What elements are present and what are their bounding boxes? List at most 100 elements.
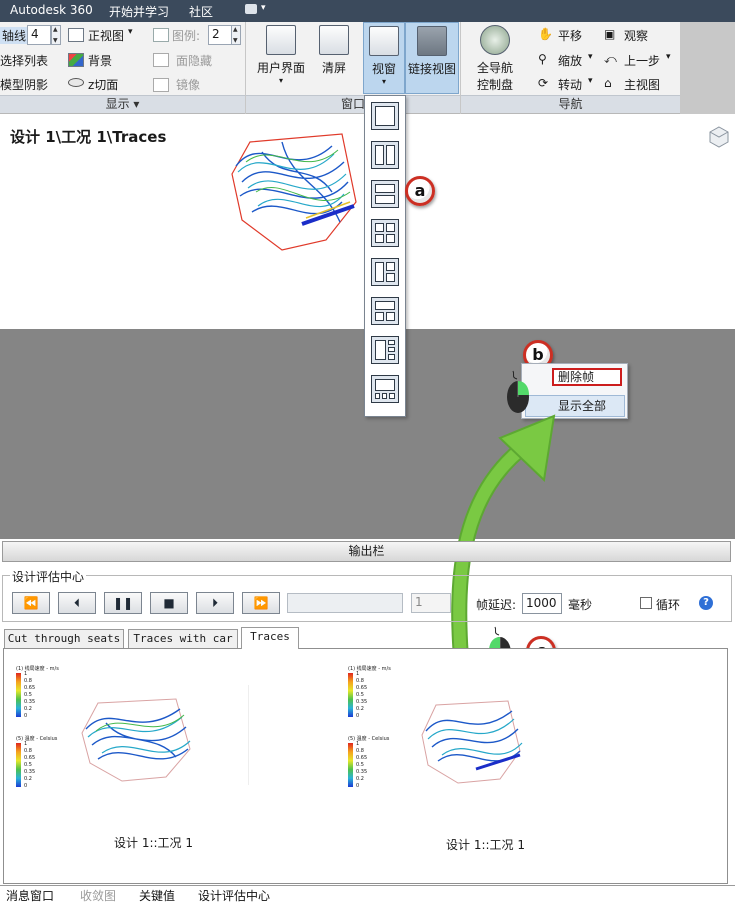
menu-community[interactable]: 社区 bbox=[189, 3, 213, 20]
clear-screen-icon bbox=[319, 25, 349, 55]
home-view-button[interactable]: 主视图 bbox=[624, 76, 660, 93]
viewport-icon bbox=[369, 26, 399, 56]
frame-slider[interactable] bbox=[287, 593, 403, 613]
frame-thumbnail[interactable]: (1) 线局速度 - m/s 1 0.8 0.65 0.5 0.35 0.2 0 (5) 温… bbox=[14, 665, 249, 805]
traces-model-view bbox=[231, 133, 357, 251]
ortho-view-button[interactable]: 正视图 bbox=[88, 27, 124, 44]
user-interface-label: 用户界面 bbox=[256, 61, 305, 75]
legend-bar bbox=[348, 743, 353, 787]
stop-button[interactable]: ■ bbox=[150, 592, 188, 614]
frame-delay-input[interactable]: 1000 bbox=[522, 593, 562, 614]
pan-icon: ✋ bbox=[538, 27, 553, 41]
legend-icon bbox=[153, 28, 169, 42]
clear-screen-label: 清屏 bbox=[321, 61, 346, 75]
legend-title: (1) 线局速度 - m/s bbox=[16, 666, 59, 672]
zcut-icon bbox=[68, 78, 84, 87]
design-evaluation-title: 设计评估中心 bbox=[10, 568, 87, 585]
viewport-button[interactable]: 视窗 ▾ bbox=[363, 22, 405, 94]
rotate-button[interactable]: 转动 bbox=[558, 76, 582, 93]
hide-face-icon bbox=[153, 53, 169, 67]
frame-delay-label: 帧延迟: bbox=[476, 598, 517, 612]
tab-traces-with-car[interactable]: Traces with car bbox=[128, 629, 238, 648]
viewport-layout-dropdown bbox=[364, 95, 406, 417]
layout-two-vertical-option[interactable] bbox=[371, 141, 399, 169]
tab-key-values[interactable]: 关键值 bbox=[139, 887, 175, 904]
ortho-view-icon bbox=[68, 28, 84, 42]
chevron-down-icon[interactable]: ▾ bbox=[666, 52, 671, 62]
clear-screen-button[interactable]: 清屏 bbox=[316, 22, 352, 92]
rotate-icon: ⟳ bbox=[538, 76, 549, 90]
legend-bar bbox=[16, 743, 21, 787]
model-shadow-button[interactable]: 模型阴影 bbox=[0, 76, 48, 93]
layout-bottom-strip-option[interactable] bbox=[371, 375, 399, 403]
view-cube-icon[interactable] bbox=[709, 126, 729, 148]
frame-number-input[interactable]: 1 bbox=[411, 593, 451, 613]
control-wheel-label: 控制盘 bbox=[476, 78, 513, 92]
background-button[interactable]: 背景 bbox=[88, 52, 112, 69]
step-forward-button[interactable]: ⏵ bbox=[196, 592, 234, 614]
legend-bar bbox=[348, 673, 353, 717]
layout-top-split-option[interactable] bbox=[371, 297, 399, 325]
tab-convergence-plot[interactable]: 收敛图 bbox=[80, 887, 116, 904]
previous-button[interactable]: 上一步 bbox=[624, 52, 660, 69]
loop-checkbox[interactable] bbox=[640, 597, 652, 609]
tab-design-evaluation-center[interactable]: 设计评估中心 bbox=[198, 887, 270, 904]
observe-button[interactable]: 观察 bbox=[624, 27, 648, 44]
help-icon[interactable]: ? bbox=[699, 596, 713, 610]
zoom-button[interactable]: 缩放 bbox=[558, 52, 582, 69]
nav-wheel-icon bbox=[480, 25, 510, 55]
legend-stepper[interactable] bbox=[231, 25, 241, 45]
frame-thumbnail[interactable]: (1) 线局速度 - m/s 1 0.8 0.65 0.5 0.35 0.2 0 (5) 温… bbox=[346, 665, 576, 815]
display-group-title[interactable]: 显示 ▾ bbox=[0, 95, 245, 113]
axis-input[interactable]: 4 bbox=[27, 25, 51, 45]
home-icon: ⌂ bbox=[604, 76, 612, 90]
step-back-button[interactable]: ⏴ bbox=[58, 592, 96, 614]
layout-left-split-option[interactable] bbox=[371, 258, 399, 286]
fast-forward-button[interactable]: ⏩ bbox=[242, 592, 280, 614]
frame-caption: 设计 1::工况 1 bbox=[446, 838, 525, 852]
legend-bar bbox=[16, 673, 21, 717]
delete-frame-menu-item[interactable]: 删除帧 bbox=[552, 368, 622, 386]
observe-icon: ▣ bbox=[604, 27, 616, 41]
full-nav-wheel-button[interactable]: 全导航 控制盘 bbox=[470, 22, 520, 94]
previous-icon: ⤺ bbox=[604, 52, 617, 66]
user-interface-button[interactable]: 用户界面 ▾ bbox=[255, 22, 307, 92]
window-group-title: 窗口 bbox=[246, 95, 460, 113]
top-menubar: Autodesk 360 开始并学习 社区 ▾ bbox=[0, 0, 735, 22]
frame-caption: 设计 1::工况 1 bbox=[114, 836, 193, 850]
menu-autodesk360[interactable]: Autodesk 360 bbox=[10, 3, 93, 17]
menu-learn[interactable]: 开始并学习 bbox=[109, 3, 169, 20]
chevron-down-icon[interactable]: ▾ bbox=[588, 52, 593, 62]
viewport-label: 视窗 bbox=[371, 62, 396, 76]
layout-two-horizontal-option[interactable] bbox=[371, 180, 399, 208]
pan-button[interactable]: 平移 bbox=[558, 27, 582, 44]
axis-stepper[interactable] bbox=[51, 25, 61, 45]
zoom-icon: ⚲ bbox=[538, 52, 547, 66]
traces-thumbnail-image bbox=[81, 698, 191, 782]
cloud-icon[interactable] bbox=[245, 4, 257, 14]
layout-four-option[interactable] bbox=[371, 219, 399, 247]
select-list-button[interactable]: 选择列表 bbox=[0, 52, 48, 69]
layout-single-option[interactable] bbox=[371, 102, 399, 130]
chevron-down-icon[interactable]: ▾ bbox=[128, 27, 133, 37]
chevron-down-icon[interactable]: ▾ bbox=[261, 3, 266, 13]
zcut-button[interactable]: z切面 bbox=[88, 76, 118, 93]
user-interface-icon bbox=[266, 25, 296, 55]
nav-group-title: 导航 bbox=[461, 95, 680, 113]
legend-ticks: 1 0.8 0.65 0.5 0.35 0.2 0 bbox=[356, 741, 368, 789]
link-views-button[interactable]: 链接视图 bbox=[405, 22, 459, 94]
hide-face-button[interactable]: 面隐藏 bbox=[176, 52, 212, 69]
layout-three-stack-option[interactable] bbox=[371, 336, 399, 364]
mirror-button[interactable]: 镜像 bbox=[176, 76, 200, 93]
output-bar-header[interactable]: 输出栏 bbox=[2, 541, 731, 562]
legend-label: 图例: bbox=[172, 29, 201, 43]
tab-traces[interactable]: Traces bbox=[241, 627, 299, 649]
viewport-title: 设计 1\工况 1\Traces bbox=[10, 128, 167, 146]
tab-message-window[interactable]: 消息窗口 bbox=[6, 887, 54, 904]
legend-input[interactable]: 2 bbox=[208, 25, 232, 45]
chevron-down-icon[interactable]: ▾ bbox=[588, 76, 593, 86]
link-views-label: 链接视图 bbox=[407, 62, 456, 76]
pause-button[interactable]: ❚❚ bbox=[104, 592, 142, 614]
rewind-button[interactable]: ⏪ bbox=[12, 592, 50, 614]
tab-cut-through-seats[interactable]: Cut through seats bbox=[4, 629, 124, 648]
